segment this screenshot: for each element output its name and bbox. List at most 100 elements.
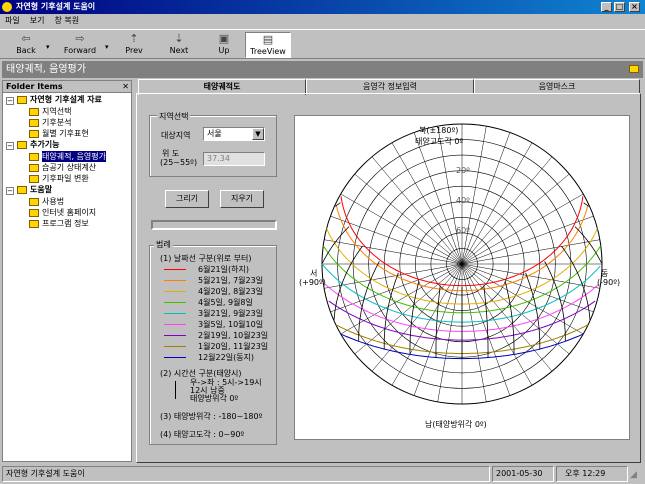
tree-group-extras[interactable]: 추가기능 [30, 139, 59, 150]
legend-date-label: 1월20일, 11월23일 [198, 342, 269, 351]
legend-date-item: 12월22일(동지) [160, 352, 275, 363]
folder-icon [29, 209, 39, 217]
toolbar: ⇦ Back ▾ ⇨ Forward ▾ ⇡ Prev ⇣ Next ▣ Up ▤ Tree… [0, 29, 645, 59]
forward-dropdown-icon[interactable]: ▾ [105, 43, 109, 51]
sunpath-chart: 북(±180º) 태양고도각 0º 남(태양방위각 0º) 서 (+90º) 동… [294, 115, 630, 440]
legend-date-item: 2월19일, 10월23일 [160, 330, 275, 341]
close-button[interactable]: × [629, 2, 640, 12]
tree-item-sunpath[interactable]: 태양궤적, 음영평가 [42, 151, 106, 162]
legend-date-label: 4월5일, 9월8일 [198, 298, 253, 307]
tree-group-climate-design[interactable]: 자연형 기후설계 자료 [30, 94, 102, 105]
legend-date-item: 4월20일, 8월23일 [160, 286, 275, 297]
legend-line-swatch [164, 280, 186, 281]
west-degree-label: (+90º) [299, 278, 326, 287]
legend-section-dates: (1) 날짜선 구분(위로 부터) [160, 254, 252, 263]
folder-icon [17, 141, 27, 149]
folder-icon [29, 130, 39, 138]
south-label: 남(태양방위각 0º) [425, 420, 487, 429]
minimize-button[interactable]: _ [601, 2, 612, 12]
folder-icon [17, 186, 27, 194]
legend-date-item: 3월5일, 10월10일 [160, 319, 275, 330]
legend-time-line [175, 381, 176, 399]
region-group-label: 지역선택 [157, 111, 191, 122]
page-title: 태양궤적, 음영평가 [6, 64, 86, 75]
tree-item-monthly-climate[interactable]: 월별 기후표현 [42, 128, 89, 139]
folder-icon [29, 119, 39, 127]
legend-time-desc: 우->좌 : 5시->19시 12시 남중 태양방위각 0º [190, 378, 262, 403]
title-bar: 자연형 기후설계 도움이 _ □ × [0, 0, 645, 14]
region-select[interactable]: 서울 ▼ [203, 127, 265, 141]
prev-button[interactable]: ⇡ Prev [120, 32, 148, 58]
maximize-button[interactable]: □ [614, 2, 625, 12]
treeview-icon: ▤ [262, 33, 274, 46]
region-group [149, 115, 277, 177]
legend-date-label: 3월5일, 10월10일 [198, 320, 264, 329]
menu-restore[interactable]: 창 복원 [49, 14, 84, 28]
tree-item-program-info[interactable]: 프로그램 정보 [42, 218, 89, 229]
tree-item-weather-convert[interactable]: 기후파일 변환 [42, 173, 89, 184]
tab-strip: 태양궤적도 음영각 정보입력 음영마스크 [136, 79, 641, 95]
folder-icon [29, 164, 39, 172]
legend-date-item: 3월21일, 9월23일 [160, 308, 275, 319]
latitude-field[interactable]: 37.34 [203, 152, 265, 166]
next-icon: ⇣ [174, 32, 184, 45]
tab-shading-mask[interactable]: 음영마스크 [474, 79, 640, 94]
sunpath-svg [321, 123, 603, 405]
legend-line-swatch [164, 335, 186, 336]
status-date: 2001-05-30 [492, 466, 554, 482]
menu-file[interactable]: 파일 [0, 14, 25, 28]
collapse-icon[interactable]: − [6, 97, 14, 105]
folder-icon[interactable] [629, 65, 639, 73]
legend-line-swatch [164, 302, 186, 303]
tree-group-help[interactable]: 도움말 [30, 184, 52, 195]
back-dropdown-icon[interactable]: ▾ [46, 43, 50, 51]
chevron-down-icon[interactable]: ▼ [252, 128, 264, 140]
north-altitude-label: 태양고도각 0º [415, 137, 464, 146]
legend-date-item: 1월20일, 11월23일 [160, 341, 275, 352]
collapse-icon[interactable]: − [6, 142, 14, 150]
back-button[interactable]: ⇦ Back [6, 32, 46, 58]
folder-icon [29, 108, 39, 116]
window-title: 자연형 기후설계 도움이 [16, 2, 96, 11]
tree-item-region[interactable]: 지역선택 [42, 106, 71, 117]
legend-date-list: 6월21일(하지) 5월21일, 7월23일 4월20일, 8월23일 4월5일, 9… [160, 264, 275, 364]
hour-line [525, 272, 541, 350]
resize-grip-icon[interactable]: ◢ [630, 470, 637, 480]
legend-date-label: 12월22일(동지) [198, 353, 255, 362]
legend-date-label: 5월21일, 7월23일 [198, 276, 264, 285]
forward-arrow-icon: ⇨ [75, 32, 85, 45]
folder-icon [29, 220, 39, 228]
legend-date-item: 4월5일, 9월8일 [160, 297, 275, 308]
forward-button[interactable]: ⇨ Forward [58, 32, 102, 58]
status-bar: 자연형 기후설계 도움이 2001-05-30 오후 12:29 ◢ [0, 464, 645, 484]
treeview-button[interactable]: ▤ TreeView [245, 32, 291, 58]
tab-shading-input[interactable]: 음영각 정보입력 [306, 79, 474, 94]
legend-line-swatch [164, 324, 186, 325]
legend-section-azimuth: (3) 태양방위각 : -180~180º [160, 412, 263, 421]
collapse-icon[interactable]: − [6, 187, 14, 195]
tree-item-climate-analysis[interactable]: 기후분석 [42, 117, 71, 128]
up-button[interactable]: ▣ Up [212, 32, 236, 58]
folder-icon [29, 175, 39, 183]
tree-item-usage[interactable]: 사용법 [42, 196, 64, 207]
tree-item-homepage[interactable]: 인터넷 홈페이지 [42, 207, 96, 218]
legend-line-swatch [164, 269, 186, 270]
legend-date-label: 4월20일, 8월23일 [198, 287, 264, 296]
latitude-range: (25~55º) [160, 158, 198, 167]
legend-line-swatch [164, 357, 186, 358]
progress-bar [151, 220, 277, 230]
next-button[interactable]: ⇣ Next [164, 32, 194, 58]
folder-icon [17, 96, 27, 104]
legend-line-swatch [164, 291, 186, 292]
folder-panel-header: Folder Items ✕ [3, 81, 131, 93]
folder-icon [29, 198, 39, 206]
menu-bar: 파일 보기 창 복원 [0, 14, 645, 28]
legend-label: 범례 [154, 239, 173, 250]
back-arrow-icon: ⇦ [21, 32, 31, 45]
draw-button[interactable]: 그리기 [165, 190, 209, 208]
close-panel-icon[interactable]: ✕ [122, 81, 129, 93]
folder-icon [29, 153, 39, 161]
clear-button[interactable]: 지우기 [220, 190, 264, 208]
menu-view[interactable]: 보기 [25, 14, 50, 28]
tree-item-psychrometric[interactable]: 습공기 상태계산 [42, 162, 96, 173]
